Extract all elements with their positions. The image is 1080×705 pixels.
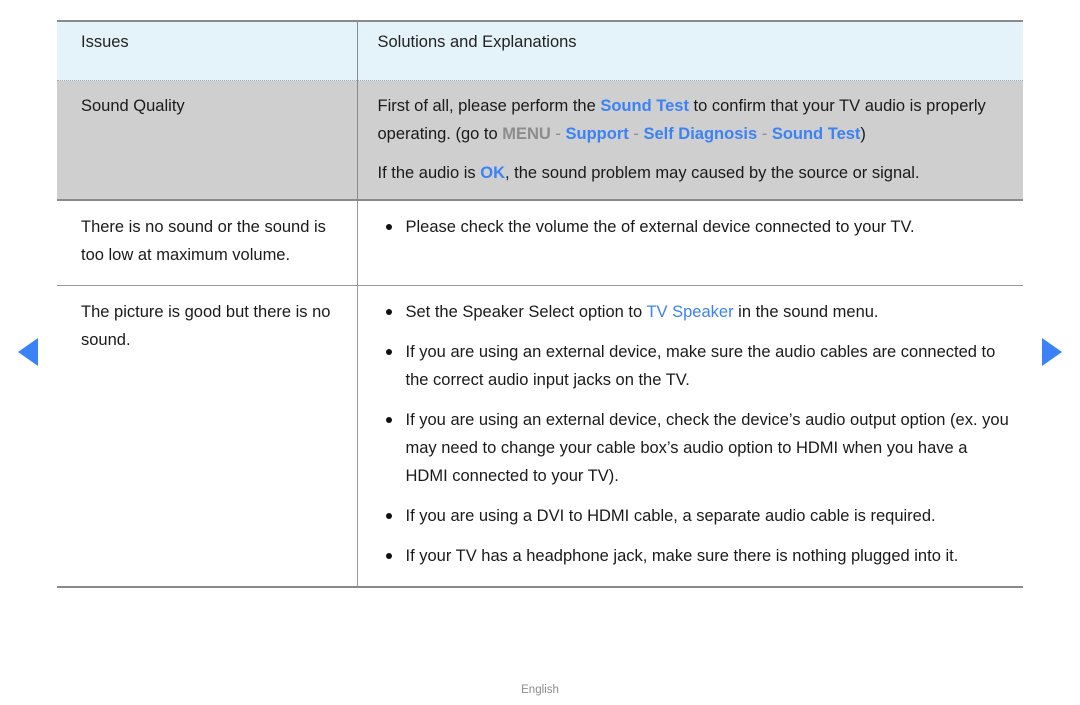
issue-label: There is no sound or the sound is too lo… [81, 218, 326, 264]
keyword-tv-speaker: TV Speaker [646, 303, 734, 321]
text-segment: Please check the volume the of external … [405, 218, 915, 236]
solution-cell: First of all, please perform the Sound T… [356, 80, 1023, 201]
issue-cell: There is no sound or the sound is too lo… [57, 200, 357, 286]
keyword-menu: MENU [502, 125, 551, 143]
text-separator: - [628, 125, 644, 143]
text-separator: - [757, 125, 772, 143]
troubleshooting-table: Issues Solutions and Explanations Sound … [57, 20, 1023, 588]
text-segment: First of all, please perform the [377, 97, 601, 115]
solution-bullet-list: Set the Speaker Select option to TV Spea… [378, 298, 1012, 570]
keyword-ok: OK [480, 164, 505, 182]
keyword-support: Support [565, 125, 629, 143]
list-item: If you are using a DVI to HDMI cable, a … [378, 502, 1012, 530]
keyword-sound-test-path: Sound Test [771, 125, 861, 143]
solution-body: First of all, please perform the Sound T… [378, 92, 1012, 187]
list-item: Please check the volume the of external … [378, 213, 1012, 241]
list-item: If you are using an external device, che… [378, 406, 1012, 490]
issue-label: Sound Quality [81, 97, 185, 115]
solution-paragraph: If the audio is OK, the sound problem ma… [378, 159, 1012, 187]
text-segment: If you are using a DVI to HDMI cable, a … [405, 507, 936, 525]
keyword-sound-test: Sound Test [600, 97, 689, 115]
list-item: If you are using an external device, mak… [378, 338, 1012, 394]
header-label-solutions: Solutions and Explanations [377, 33, 577, 51]
next-page-arrow-icon[interactable] [1042, 338, 1062, 366]
text-segment: If you are using an external device, che… [405, 411, 1009, 485]
text-segment: ) [860, 125, 866, 143]
previous-page-arrow-icon[interactable] [18, 338, 38, 366]
text-segment: Set the Speaker Select option to [405, 303, 647, 321]
header-label-issues: Issues [81, 33, 129, 51]
issue-cell: Sound Quality [57, 80, 357, 201]
solution-cell: Set the Speaker Select option to TV Spea… [356, 285, 1023, 588]
text-segment: If you are using an external device, mak… [405, 343, 996, 389]
table-row: There is no sound or the sound is too lo… [57, 200, 1023, 286]
list-item: If your TV has a headphone jack, make su… [378, 542, 1012, 570]
table-header-row: Issues Solutions and Explanations [57, 20, 1023, 81]
text-segment: in the sound menu. [733, 303, 879, 321]
keyword-self-diagnosis: Self Diagnosis [643, 125, 758, 143]
header-cell-solutions: Solutions and Explanations [356, 20, 1023, 81]
solution-cell: Please check the volume the of external … [356, 200, 1023, 286]
solution-bullet-list: Please check the volume the of external … [378, 213, 1012, 241]
table-row: The picture is good but there is no soun… [57, 285, 1023, 588]
table-row: Sound Quality First of all, please perfo… [57, 80, 1023, 201]
solution-paragraph: First of all, please perform the Sound T… [378, 92, 1012, 148]
footer-language-label: English [521, 684, 559, 696]
text-separator: - [550, 125, 566, 143]
issue-label: The picture is good but there is no soun… [81, 303, 331, 349]
header-cell-issues: Issues [57, 20, 357, 81]
text-segment: If the audio is [377, 164, 481, 182]
text-segment: If your TV has a headphone jack, make su… [405, 547, 959, 565]
text-segment: , the sound problem may caused by the so… [504, 164, 920, 182]
list-item: Set the Speaker Select option to TV Spea… [378, 298, 1012, 326]
issue-cell: The picture is good but there is no soun… [57, 285, 357, 588]
